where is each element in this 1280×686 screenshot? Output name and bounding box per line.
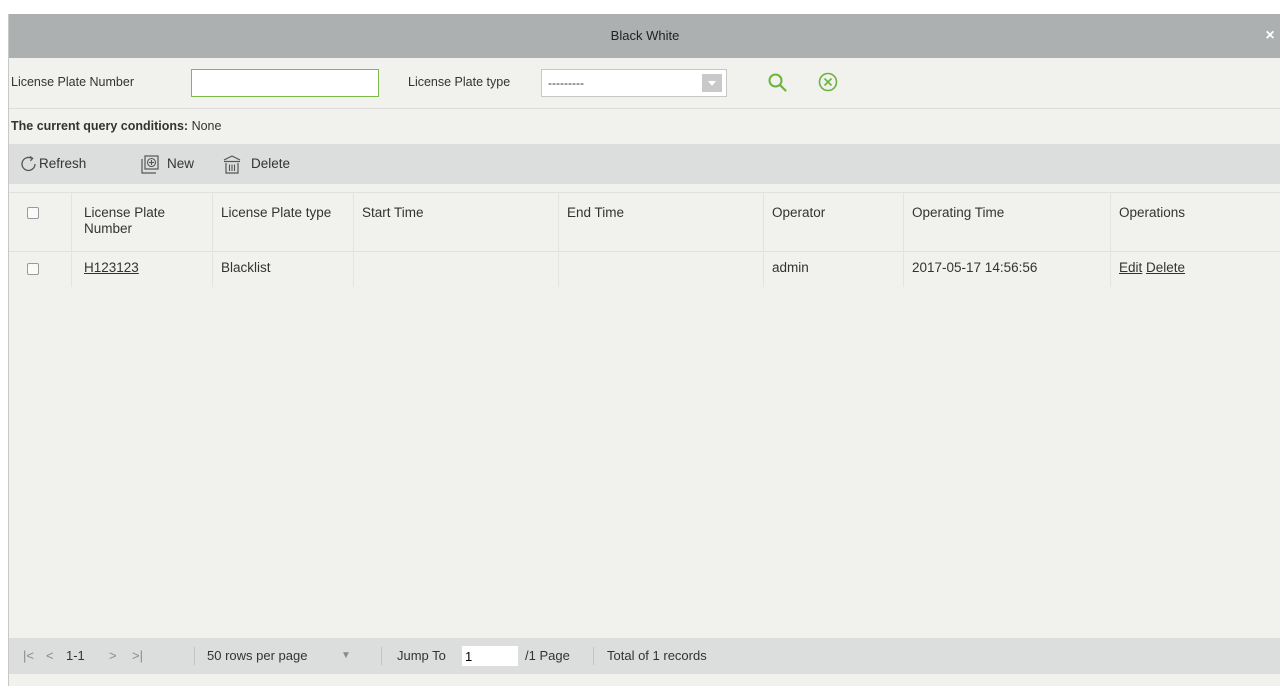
query-conditions-value: None (188, 119, 222, 133)
row-checkbox[interactable] (27, 263, 39, 275)
trash-icon (223, 155, 241, 174)
edit-link[interactable]: Edit (1119, 260, 1142, 275)
plate-number-input[interactable] (191, 69, 379, 97)
prev-page-button[interactable]: < (46, 638, 54, 674)
header-select-cell (9, 193, 72, 251)
cell-operator: admin (764, 251, 904, 287)
next-page-button[interactable]: > (109, 638, 117, 674)
first-page-button[interactable]: |< (23, 638, 34, 674)
cell-end-time (559, 251, 764, 287)
refresh-icon (21, 155, 36, 172)
header-plate-number[interactable]: License Plate Number (72, 193, 213, 251)
chevron-down-icon[interactable] (702, 74, 722, 92)
page-range: 1-1 (66, 648, 85, 663)
query-conditions: The current query conditions: None (9, 109, 221, 143)
close-icon[interactable]: × (1259, 14, 1280, 58)
pagination-bar: |< < 1-1 > >| 50 rows per page ▼ Jump To… (9, 638, 1280, 674)
pager-divider (593, 647, 594, 665)
delete-button[interactable]: Delete (221, 144, 301, 184)
row-select-cell (9, 251, 72, 287)
cell-operating-time: 2017-05-17 14:56:56 (904, 251, 1111, 287)
refresh-button[interactable]: Refresh (17, 144, 121, 184)
filter-bar: License Plate Number License Plate type … (9, 58, 1280, 109)
table-row[interactable]: H123123 Blacklist admin 2017-05-17 14:56… (9, 251, 1280, 287)
delete-label: Delete (251, 156, 291, 171)
pager-divider (194, 647, 195, 665)
header-operating-time[interactable]: Operating Time (904, 193, 1111, 251)
header-start-time[interactable]: Start Time (354, 193, 559, 251)
rows-per-page-chevron-icon[interactable]: ▼ (341, 638, 351, 674)
plate-type-selected-value: --------- (548, 76, 584, 90)
delete-link[interactable]: Delete (1146, 260, 1185, 275)
cell-plate-type: Blacklist (213, 251, 354, 287)
black-white-dialog: Black White × License Plate Number Licen… (8, 14, 1280, 686)
cell-operations: Edit Delete (1111, 251, 1280, 287)
search-icon[interactable] (767, 72, 789, 97)
plate-type-select[interactable]: --------- (541, 69, 727, 97)
pager-divider (381, 647, 382, 665)
clear-circle-icon[interactable] (817, 71, 839, 96)
table-header: License Plate Number License Plate type … (9, 192, 1280, 252)
header-end-time[interactable]: End Time (559, 193, 764, 251)
jump-to-page-input[interactable] (462, 646, 518, 666)
total-pages: /1 Page (525, 648, 570, 663)
new-icon (141, 155, 159, 174)
new-label: New (167, 156, 195, 171)
query-conditions-label: The current query conditions: (11, 119, 189, 133)
header-operations: Operations (1119, 205, 1186, 220)
header-plate-type[interactable]: License Plate type (213, 193, 354, 251)
select-all-checkbox[interactable] (27, 207, 39, 219)
jump-to-label: Jump To (397, 648, 446, 663)
header-operator[interactable]: Operator (764, 193, 904, 251)
dialog-title: Black White (610, 28, 680, 43)
rows-per-page-select[interactable]: 50 rows per page (207, 638, 307, 674)
cell-start-time (354, 251, 559, 287)
refresh-label: Refresh (39, 156, 87, 171)
last-page-button[interactable]: >| (132, 638, 143, 674)
plate-number-link[interactable]: H123123 (84, 260, 139, 275)
total-records: Total of 1 records (607, 648, 707, 663)
new-button[interactable]: New (139, 144, 209, 184)
action-toolbar: Refresh New Delete (9, 144, 1280, 184)
plate-number-label: License Plate Number (11, 75, 134, 89)
dialog-titlebar: Black White × (9, 14, 1280, 58)
cell-plate-number: H123123 (72, 251, 213, 287)
plate-type-label: License Plate type (408, 75, 511, 89)
